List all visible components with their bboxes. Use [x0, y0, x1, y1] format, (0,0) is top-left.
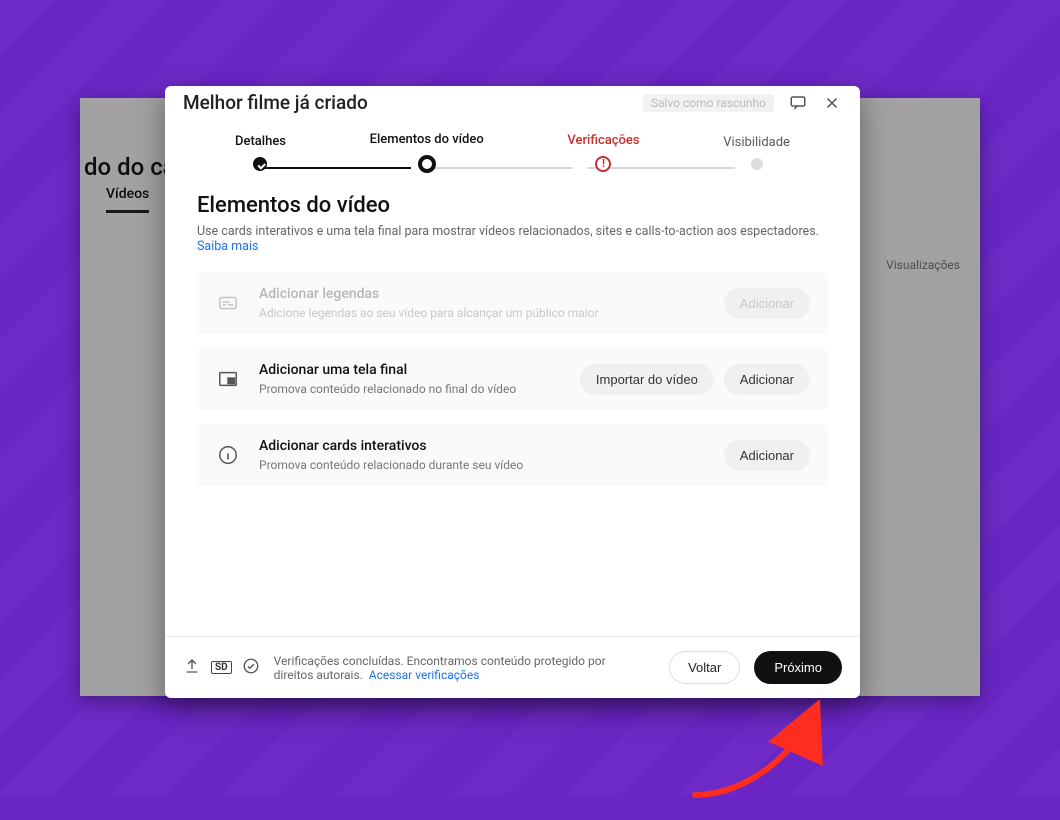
back-button[interactable]: Voltar [669, 651, 740, 684]
step-visibility[interactable]: Visibilidade [723, 135, 790, 170]
section-title: Elementos do vídeo [197, 193, 828, 218]
option-desc: Promova conteúdo relacionado durante seu… [259, 458, 706, 472]
step-dot-done [253, 157, 267, 171]
step-details[interactable]: Detalhes [235, 134, 286, 171]
section-subtitle-text: Use cards interativos e uma tela final p… [197, 224, 819, 239]
step-dot-current [418, 155, 436, 173]
next-button[interactable]: Próximo [754, 651, 842, 684]
subtitles-icon [215, 292, 241, 314]
upload-icon [183, 657, 201, 679]
info-icon [215, 444, 241, 466]
option-desc: Promova conteúdo relacionado no final do… [259, 382, 562, 396]
step-dot-future [751, 158, 763, 170]
section-subtitle: Use cards interativos e uma tela final p… [197, 224, 828, 254]
step-label: Detalhes [235, 134, 286, 149]
draft-saved-chip: Salvo como rascunho [643, 94, 774, 112]
option-add-subtitles: Adicionar legendas Adicione legendas ao … [197, 272, 828, 334]
upload-dialog: Melhor filme já criado Salvo como rascun… [165, 86, 860, 698]
add-subtitles-button: Adicionar [724, 288, 810, 319]
import-from-video-button[interactable]: Importar do vídeo [580, 364, 714, 395]
dialog-footer: SD Verificações concluídas. Encontramos … [165, 636, 860, 698]
add-cards-button[interactable]: Adicionar [724, 440, 810, 471]
step-label: Elementos do vídeo [370, 132, 484, 147]
option-add-cards: Adicionar cards interativos Promova cont… [197, 424, 828, 486]
option-desc: Adicione legendas ao seu vídeo para alca… [259, 306, 706, 320]
learn-more-link[interactable]: Saiba mais [197, 239, 258, 254]
step-label: Visibilidade [723, 135, 790, 150]
step-label: Verificações [567, 133, 639, 148]
dialog-content: Elementos do vídeo Use cards interativos… [165, 177, 860, 636]
end-screen-icon [215, 368, 241, 390]
step-dot-error [595, 156, 611, 172]
sd-badge: SD [211, 661, 232, 674]
dialog-header: Melhor filme já criado Salvo como rascun… [165, 86, 860, 114]
option-title: Adicionar legendas [259, 286, 706, 302]
check-circle-icon [242, 657, 260, 679]
stepper: Detalhes Elementos do vídeo Verificações… [165, 114, 860, 177]
close-icon[interactable] [822, 93, 842, 113]
option-add-end-screen: Adicionar uma tela final Promova conteúd… [197, 348, 828, 410]
option-title: Adicionar cards interativos [259, 438, 706, 454]
feedback-icon[interactable] [788, 93, 808, 113]
add-end-screen-button[interactable]: Adicionar [724, 364, 810, 395]
step-checks[interactable]: Verificações [567, 133, 639, 172]
step-video-elements[interactable]: Elementos do vídeo [370, 132, 484, 173]
access-checks-link[interactable]: Acessar verificações [369, 668, 480, 682]
dialog-title: Melhor filme já criado [183, 91, 368, 114]
option-title: Adicionar uma tela final [259, 362, 562, 378]
